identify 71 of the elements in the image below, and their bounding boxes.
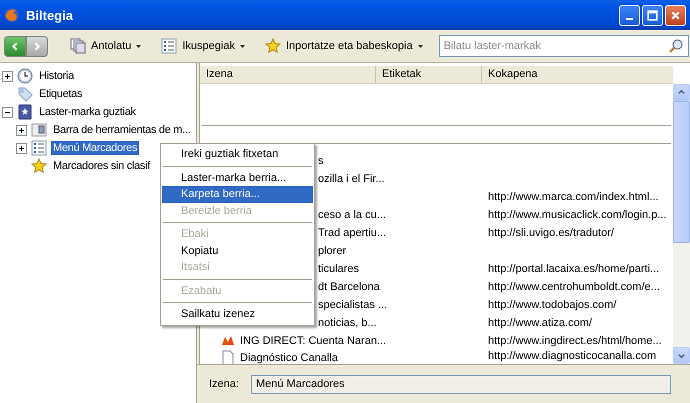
maximize-icon [646,8,659,22]
bookmark-name: Trad apertiu... [318,227,386,239]
column-header[interactable]: Izena [200,66,376,83]
caret-icon [240,44,245,48]
star-icon [31,158,47,174]
expand-toggle[interactable] [2,70,13,82]
bookmark-name: dt Barcelona [318,281,380,293]
tree-item[interactable]: Etiquetas [37,87,84,101]
bookmark-name: ticulares [318,263,359,275]
column-header[interactable]: Etiketak [376,66,482,83]
search-icon[interactable] [668,38,684,54]
scrollbar[interactable] [673,84,690,364]
bookmark-location: http://www.diagnosticocanalla.com [488,350,656,362]
tree-item[interactable]: Menú Marcadores [51,141,140,155]
bookmark-location: http://www.ingdirect.es/html/home... [488,335,662,347]
star-icon [264,38,281,54]
bookmark-location: http://www.atiza.com/ [488,317,592,329]
name-field[interactable]: Menú Marcadores [250,374,671,394]
minimize-icon [626,18,633,20]
column-header[interactable]: Kokapena [482,66,673,83]
tree-item[interactable]: Historia [37,69,76,83]
pages-icon [70,38,86,54]
bookmark-name: plorer [318,245,346,257]
list-icon [161,38,178,54]
bookmark-name: Diagnóstico Canalla [240,352,338,364]
maximize-button[interactable] [642,4,663,26]
bookmark-name: s [318,155,324,167]
bookmark-name: ceso a la cu... [318,209,386,221]
forward-button[interactable] [26,36,48,56]
bookmark-name: specialistas ... [318,299,388,311]
plus-icon [17,126,26,134]
name-label: Izena: [209,378,239,390]
bookmark-location: http://www.centrohumboldt.com/e... [488,281,660,293]
bookmark-location: http://www.marca.com/index.html... [488,191,659,203]
menu-item[interactable]: Laster-marka berria... [162,170,313,186]
toolbar-icon [31,122,47,138]
fox-globe-icon [4,7,20,23]
menu-item[interactable]: Kopiatu [162,242,313,259]
bookmark-name: noticias, b... [318,317,377,329]
bookmark-name: ozilla i el Fir... [318,173,385,185]
back-button[interactable] [4,36,26,56]
caret-icon [136,44,142,48]
tree-item[interactable]: Laster-marka guztiak [37,105,138,119]
clock-icon [17,68,33,84]
bookmark-location: http://www.musicaclick.com/login.p... [488,209,667,221]
tree-item[interactable]: Barra de herramientas de m... [51,123,192,137]
search-field[interactable]: Bilatu laster-markak [438,35,689,57]
close-icon [669,8,682,22]
toolbar-menu[interactable]: Antolatu [66,36,146,56]
minimize-button[interactable] [619,4,640,26]
menu-item[interactable]: Ireki guztiak fitxetan [162,146,313,162]
bookmark-location: http://portal.lacaixa.es/home/parti... [488,263,660,275]
plus-icon [3,72,12,80]
menu-item[interactable]: Sailkatu izenez [162,306,313,322]
expand-toggle[interactable] [16,124,27,136]
tag-icon [17,86,33,102]
tree-item[interactable]: Marcadores sin clasif [51,159,152,173]
book-icon [17,104,33,120]
collapse-toggle[interactable] [2,106,13,118]
list-icon [31,140,47,156]
window-title: Biltegia [26,8,74,22]
bookmark-location: http://sli.uvigo.es/tradutor/ [488,227,614,239]
bookmark-name: ING DIRECT: Cuenta Naran... [240,335,386,347]
bookmark-location: http://www.todobajos.com/ [488,299,616,311]
plus-icon [17,144,26,152]
expand-toggle[interactable] [16,142,27,154]
toolbar-menu[interactable]: Ikuspegiak [157,36,249,56]
toolbar-menu[interactable]: Inportatze eta babeskopia [260,36,427,56]
caret-icon [418,44,423,48]
close-button[interactable] [665,4,686,26]
menu-item[interactable]: Karpeta berria... [162,186,313,202]
